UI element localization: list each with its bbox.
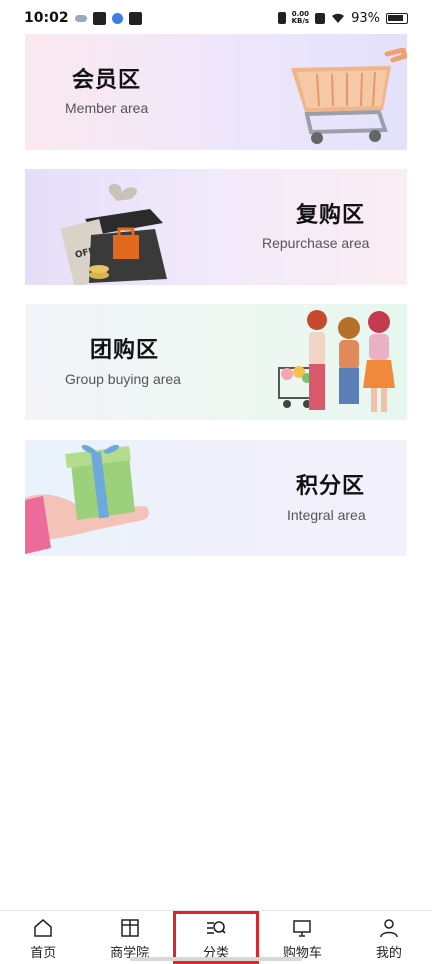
message-icon — [92, 11, 106, 25]
sim-off-icon — [315, 12, 326, 24]
app-notification-icon — [111, 12, 123, 24]
status-right: 0.00 KB/s 93% — [277, 10, 408, 26]
home-icon — [34, 919, 52, 937]
calendar-icon — [128, 11, 142, 25]
battery-icon — [386, 12, 408, 24]
card-subtitle: Group buying area — [65, 371, 181, 387]
repurchase-area-card[interactable]: 复购区 Repurchase area OFF — [25, 169, 407, 285]
group-buying-area-card[interactable]: 团购区 Group buying area — [25, 304, 407, 420]
cart-icon — [293, 920, 312, 937]
bottom-nav: 首页 商学院 分类 购物车 我的 — [0, 910, 432, 964]
net-speed-unit: KB/s — [291, 17, 310, 25]
card-subtitle: Repurchase area — [262, 235, 370, 251]
category-search-icon — [207, 921, 226, 934]
nav-label: 我的 — [375, 946, 402, 961]
gift-in-hand-icon — [25, 444, 149, 554]
user-icon — [380, 919, 398, 938]
integral-area-card[interactable]: 积分区 Integral area — [25, 440, 407, 556]
card-subtitle: Member area — [65, 100, 149, 116]
shopping-cart-icon — [291, 48, 407, 144]
group-shoppers-icon — [278, 310, 395, 412]
status-bar: 10:02 0.00 KB/s 93% — [0, 0, 432, 36]
vibrate-icon — [277, 12, 286, 24]
member-area-card[interactable]: 会员区 Member area — [25, 34, 407, 150]
wifi-icon — [331, 12, 345, 24]
cloud-icon — [74, 14, 87, 22]
nav-item-home[interactable]: 首页 — [0, 911, 86, 964]
card-title: 积分区 — [296, 474, 366, 499]
card-title: 会员区 — [72, 68, 142, 93]
nav-item-mine[interactable]: 我的 — [346, 911, 432, 964]
status-time: 10:02 — [24, 10, 69, 26]
book-icon — [120, 919, 139, 937]
card-title: 团购区 — [90, 338, 160, 363]
gift-box-icon: OFF — [60, 184, 167, 285]
battery-percent: 93% — [351, 10, 380, 26]
net-speed: 0.00 KB/s — [292, 11, 309, 25]
status-left: 10:02 — [24, 10, 142, 26]
card-title: 复购区 — [296, 203, 366, 228]
nav-label: 首页 — [30, 946, 57, 961]
home-indicator[interactable] — [130, 957, 302, 961]
card-subtitle: Integral area — [287, 507, 366, 523]
